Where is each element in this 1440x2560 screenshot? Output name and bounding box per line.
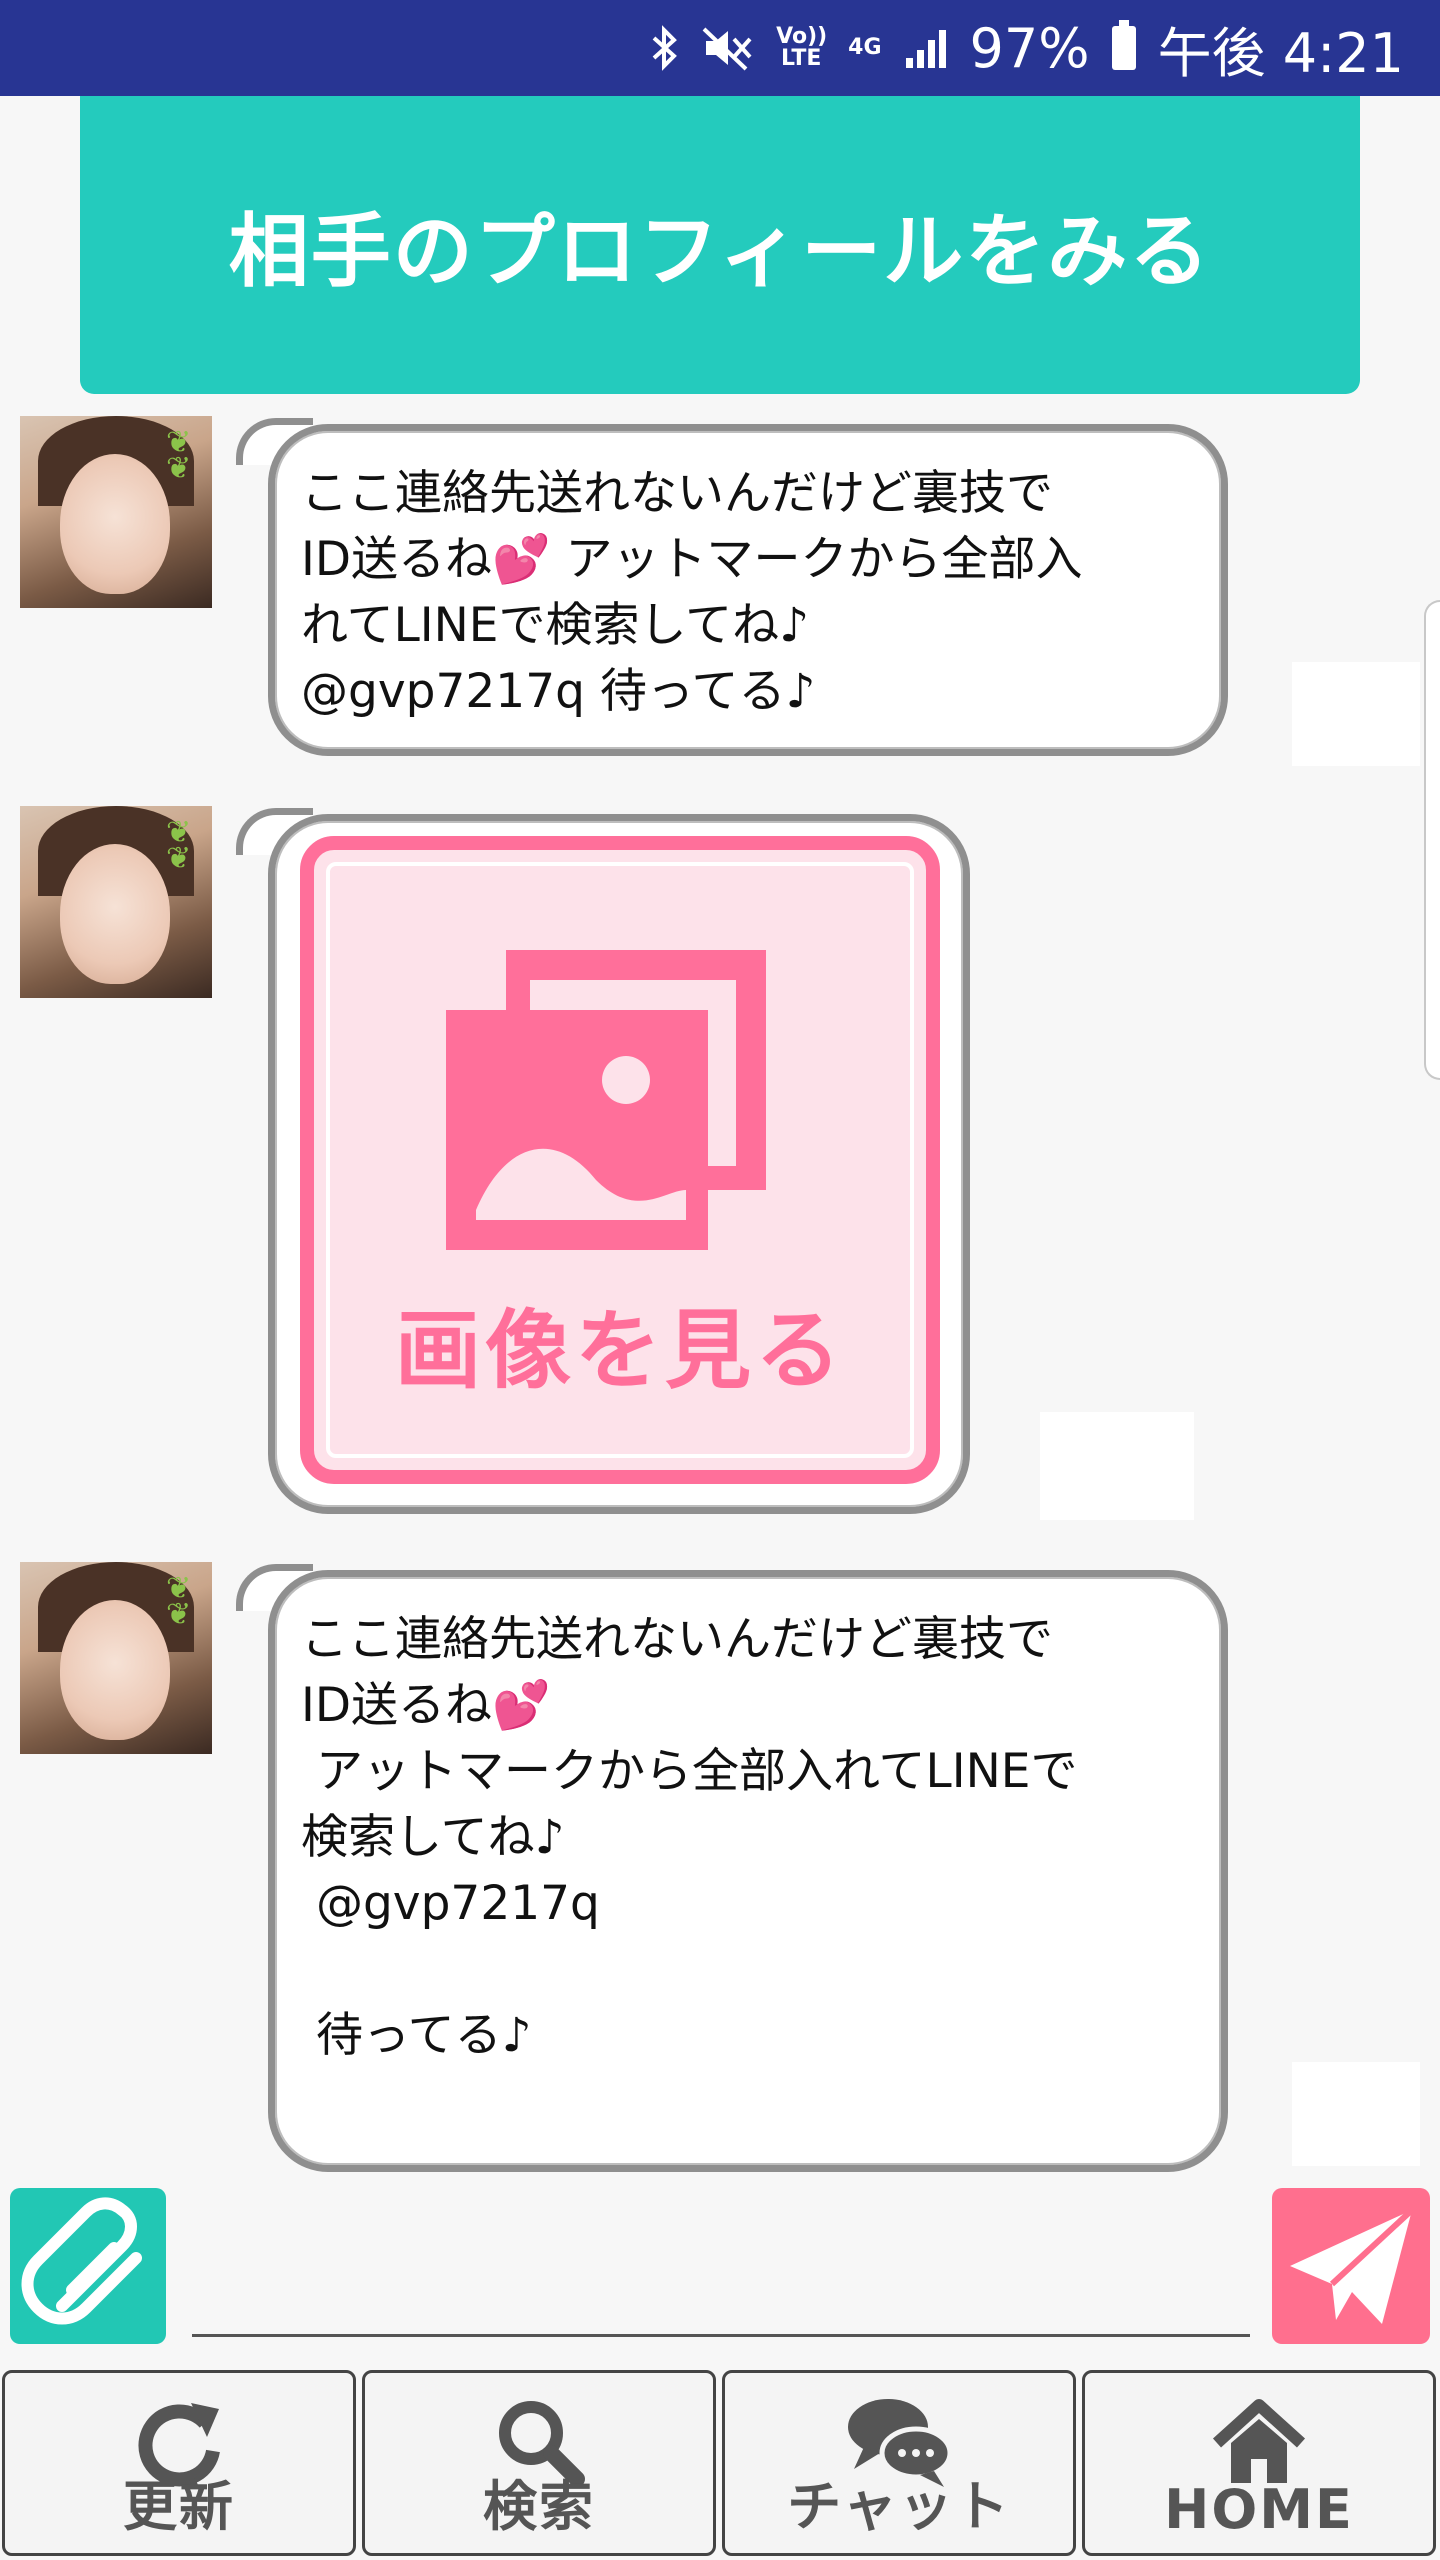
- network-4g-icon: 4G: [848, 37, 881, 59]
- scroll-handle[interactable]: [1424, 600, 1440, 1080]
- signal-icon: [904, 26, 948, 70]
- message-meta-area: [1040, 1412, 1194, 1520]
- view-image-button[interactable]: 画像を見る: [300, 836, 940, 1484]
- message-meta-area: [1292, 2062, 1420, 2166]
- avatar[interactable]: ❦ ❦: [20, 806, 212, 998]
- mute-icon: [702, 25, 754, 71]
- message-meta-area: [1292, 662, 1420, 766]
- message-bubble: ここ連絡先送れないんだけど裏技で ID送るね💕 アットマークから全部入れてLIN…: [268, 1570, 1228, 2172]
- volte-icon: Vo)) LTE: [776, 24, 828, 71]
- message-text: ここ連絡先送れないんだけど裏技で ID送るね💕 アットマークから全部入れてLIN…: [301, 1612, 1078, 2063]
- paperclip-icon: [21, 2197, 142, 2325]
- home-icon: [1212, 2399, 1306, 2483]
- clock: 午後 4:21: [1157, 21, 1404, 85]
- bottom-nav: 更新 検索 チャット HOME: [0, 2368, 1440, 2560]
- avatar[interactable]: ❦ ❦: [20, 1562, 212, 1754]
- status-bar: Vo)) LTE 4G 97% 午後 4:21: [0, 0, 1440, 96]
- nav-search-label: 検索: [483, 2475, 595, 2538]
- avatar[interactable]: ❦ ❦: [20, 416, 212, 608]
- message-text: ここ連絡先送れないんだけど裏技で ID送るね💕 アットマークから全部入 れてLI…: [301, 466, 1083, 719]
- nav-home[interactable]: HOME: [1082, 2370, 1436, 2556]
- image-icon: [446, 950, 766, 1250]
- nav-chat-label: チャット: [787, 2475, 1011, 2538]
- message-bubble: ここ連絡先送れないんだけど裏技で ID送るね💕 アットマークから全部入 れてLI…: [268, 424, 1228, 756]
- bluetooth-icon: [650, 24, 680, 72]
- message-input[interactable]: [192, 2200, 1250, 2337]
- send-button[interactable]: [1272, 2188, 1430, 2344]
- nav-refresh[interactable]: 更新: [2, 2370, 356, 2556]
- nav-chat[interactable]: チャット: [722, 2370, 1076, 2556]
- attach-button[interactable]: [10, 2188, 166, 2344]
- view-profile-button[interactable]: 相手のプロフィールをみる: [80, 96, 1360, 394]
- battery-icon: [1111, 20, 1136, 70]
- nav-search[interactable]: 検索: [362, 2370, 716, 2556]
- battery-percent: 97%: [969, 16, 1090, 80]
- network-label: 4G: [848, 35, 882, 60]
- nav-home-label: HOME: [1164, 2478, 1354, 2541]
- send-icon: [1290, 2207, 1415, 2324]
- view-image-label: 画像を見る: [395, 1301, 845, 1401]
- nav-refresh-label: 更新: [123, 2475, 235, 2538]
- volte-label: Vo)) LTE: [776, 24, 828, 71]
